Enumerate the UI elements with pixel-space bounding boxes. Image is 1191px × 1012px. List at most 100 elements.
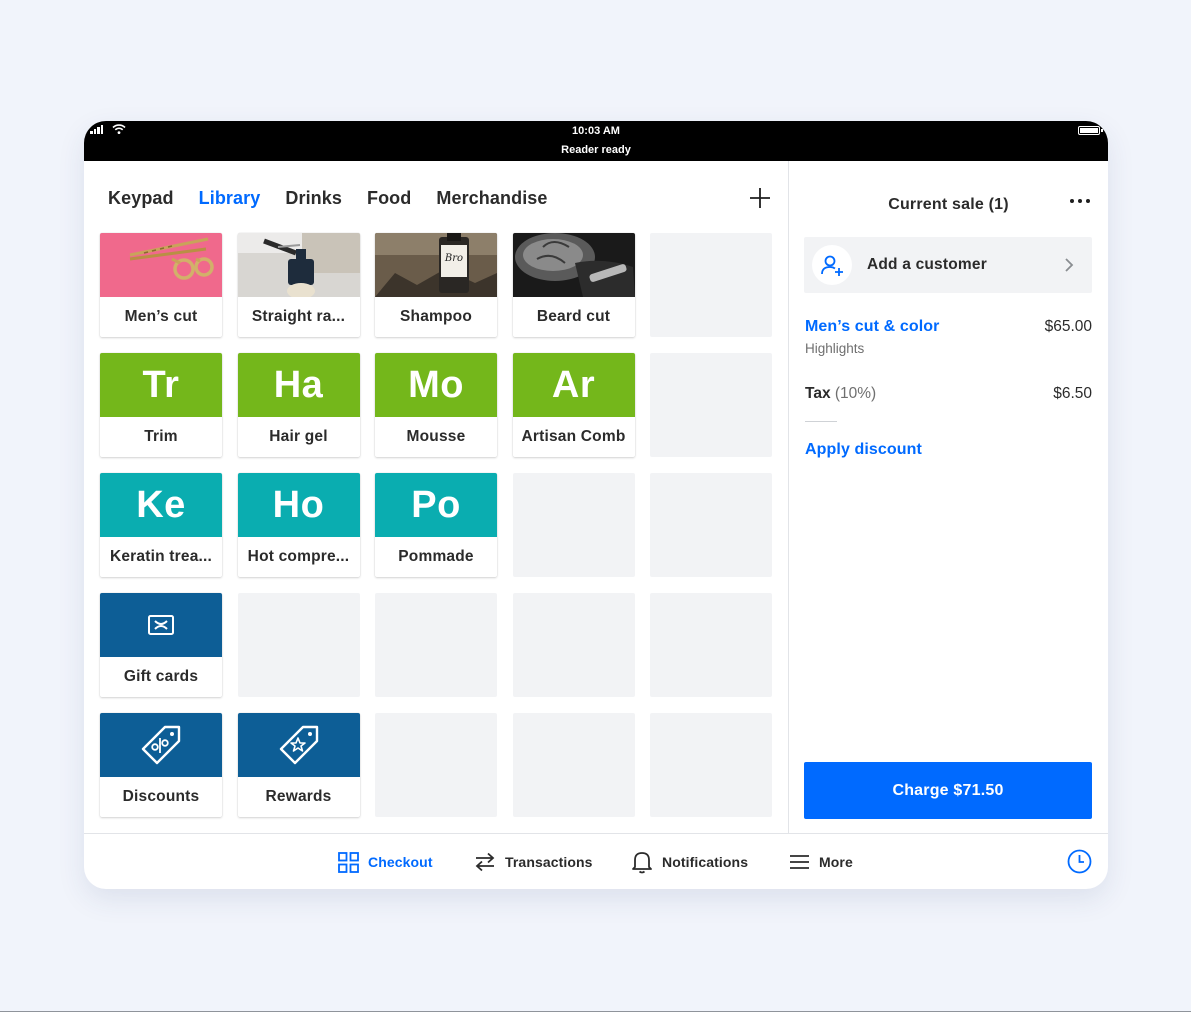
item-tile-hot-compress[interactable]: Ho Hot compre... bbox=[237, 473, 360, 577]
item-label: Gift cards bbox=[123, 668, 199, 685]
empty-tile bbox=[512, 713, 635, 817]
line-item-price: $65.00 bbox=[1044, 318, 1092, 335]
item-abbreviation: Tr bbox=[142, 363, 180, 406]
sale-line-item[interactable]: Men’s cut & color Highlights $65.00 bbox=[805, 318, 1092, 356]
tax-row: Tax (10%) $6.50 bbox=[805, 385, 1092, 403]
item-label: Hair gel bbox=[269, 428, 328, 445]
item-label: Straight ra... bbox=[251, 308, 346, 325]
empty-tile bbox=[512, 473, 635, 577]
item-tile-trim[interactable]: Tr Trim bbox=[100, 353, 222, 457]
item-label: Beard cut bbox=[536, 308, 611, 325]
clock-icon[interactable] bbox=[1067, 849, 1092, 874]
bell-icon bbox=[632, 852, 652, 874]
item-tile-hair-gel[interactable]: Ha Hair gel bbox=[237, 353, 360, 457]
empty-tile bbox=[375, 713, 497, 817]
item-abbreviation: Ar bbox=[551, 363, 596, 406]
item-abbreviation: Ho bbox=[272, 483, 325, 526]
tab-keypad[interactable]: Keypad bbox=[108, 188, 174, 209]
nav-label: Checkout bbox=[368, 854, 433, 870]
item-tile-mens-cut[interactable]: Men’s cut bbox=[100, 233, 222, 337]
tablet-frame: 10:03 AM Reader ready Keypad Library Dri… bbox=[84, 121, 1108, 889]
item-tile-discounts[interactable]: Discounts bbox=[100, 713, 222, 817]
library-panel: Keypad Library Drinks Food Merchandise M… bbox=[84, 161, 788, 833]
item-label: Men’s cut bbox=[124, 308, 198, 325]
bottle-label-text: Bro bbox=[444, 253, 463, 264]
nav-transactions[interactable]: Transactions bbox=[474, 850, 593, 874]
tab-library[interactable]: Library bbox=[199, 188, 261, 209]
tax-rate: (10%) bbox=[834, 385, 877, 402]
beard-trim-photo-icon bbox=[512, 233, 635, 297]
tab-drinks[interactable]: Drinks bbox=[285, 188, 342, 209]
add-customer-label: Add a customer bbox=[867, 256, 987, 273]
status-bar: 10:03 AM Reader ready bbox=[84, 121, 1108, 161]
plus-icon[interactable] bbox=[748, 186, 772, 210]
item-label: Pommade bbox=[398, 548, 474, 565]
empty-tile bbox=[650, 233, 772, 337]
tax-amount: $6.50 bbox=[1053, 385, 1092, 402]
battery-icon bbox=[1078, 126, 1103, 135]
swap-arrows-icon bbox=[475, 852, 495, 872]
apply-discount-link[interactable]: Apply discount bbox=[805, 441, 922, 459]
add-user-icon bbox=[821, 255, 843, 276]
item-tile-beard-cut[interactable]: Beard cut bbox=[512, 233, 635, 337]
reward-tag-icon bbox=[279, 725, 318, 765]
item-label: Artisan Comb bbox=[521, 428, 626, 445]
item-abbreviation: Ha bbox=[273, 363, 324, 406]
empty-tile bbox=[650, 593, 772, 697]
status-time: 10:03 AM bbox=[572, 125, 620, 137]
current-sale-title: Current sale (1) bbox=[888, 196, 1009, 213]
item-grid: Men’s cut Straight ra... Bro Shampoo Bea… bbox=[100, 233, 772, 817]
item-tile-pommade[interactable]: Po Pommade bbox=[375, 473, 497, 577]
charge-button[interactable]: Charge $71.50 bbox=[804, 762, 1092, 819]
divider bbox=[805, 421, 837, 422]
empty-tile bbox=[650, 713, 772, 817]
empty-tile bbox=[375, 593, 497, 697]
tab-merchandise[interactable]: Merchandise bbox=[436, 188, 547, 209]
shampoo-bottle-photo-icon: Bro bbox=[375, 233, 497, 297]
grid-icon bbox=[338, 851, 359, 873]
item-label: Hot compre... bbox=[247, 548, 350, 565]
item-tile-shampoo[interactable]: Bro Shampoo bbox=[375, 233, 497, 337]
razor-photo-icon bbox=[237, 233, 360, 297]
nav-more[interactable]: More bbox=[789, 850, 853, 874]
item-tile-rewards[interactable]: Rewards bbox=[237, 713, 360, 817]
chevron-right-icon bbox=[1065, 258, 1074, 272]
category-tabs: Keypad Library Drinks Food Merchandise bbox=[108, 188, 573, 209]
item-abbreviation: Po bbox=[411, 483, 461, 526]
item-label: Keratin trea... bbox=[109, 548, 213, 565]
nav-label: Notifications bbox=[662, 854, 749, 870]
hamburger-menu-icon bbox=[790, 855, 809, 869]
more-options-icon[interactable] bbox=[1070, 199, 1090, 203]
item-label: Discounts bbox=[122, 788, 200, 805]
line-item-modifier: Highlights bbox=[805, 341, 865, 356]
current-sale-panel: Current sale (1) Add a customer Men’s cu… bbox=[789, 161, 1108, 833]
avatar bbox=[812, 245, 852, 285]
tax-label: Tax bbox=[805, 385, 831, 402]
gift-card-icon bbox=[148, 615, 174, 635]
item-tile-mousse[interactable]: Mo Mousse bbox=[375, 353, 497, 457]
nav-label: Transactions bbox=[505, 854, 593, 870]
item-abbreviation: Ke bbox=[136, 483, 186, 526]
nav-label: More bbox=[819, 854, 853, 870]
empty-tile bbox=[650, 473, 772, 577]
empty-tile bbox=[512, 593, 635, 697]
bottom-navigation: Checkout Transactions Notifications More bbox=[84, 834, 1108, 889]
item-abbreviation: Mo bbox=[408, 363, 464, 406]
item-label: Shampoo bbox=[399, 308, 472, 325]
item-label: Rewards bbox=[265, 788, 332, 805]
add-customer-button[interactable]: Add a customer bbox=[804, 237, 1092, 293]
empty-tile bbox=[650, 353, 772, 457]
scissors-photo-icon bbox=[100, 233, 222, 297]
nav-notifications[interactable]: Notifications bbox=[631, 850, 748, 874]
nav-checkout[interactable]: Checkout bbox=[338, 850, 433, 874]
item-label: Trim bbox=[144, 428, 178, 445]
item-label: Mousse bbox=[406, 428, 466, 445]
discount-tag-icon bbox=[141, 725, 181, 765]
item-tile-artisan-comb[interactable]: Ar Artisan Comb bbox=[512, 353, 635, 457]
empty-tile bbox=[237, 593, 360, 697]
item-tile-straight-razor[interactable]: Straight ra... bbox=[237, 233, 360, 337]
reader-status: Reader ready bbox=[561, 144, 631, 156]
item-tile-gift-cards[interactable]: Gift cards bbox=[100, 593, 222, 697]
tab-food[interactable]: Food bbox=[367, 188, 411, 209]
item-tile-keratin-treatment[interactable]: Ke Keratin trea... bbox=[100, 473, 222, 577]
